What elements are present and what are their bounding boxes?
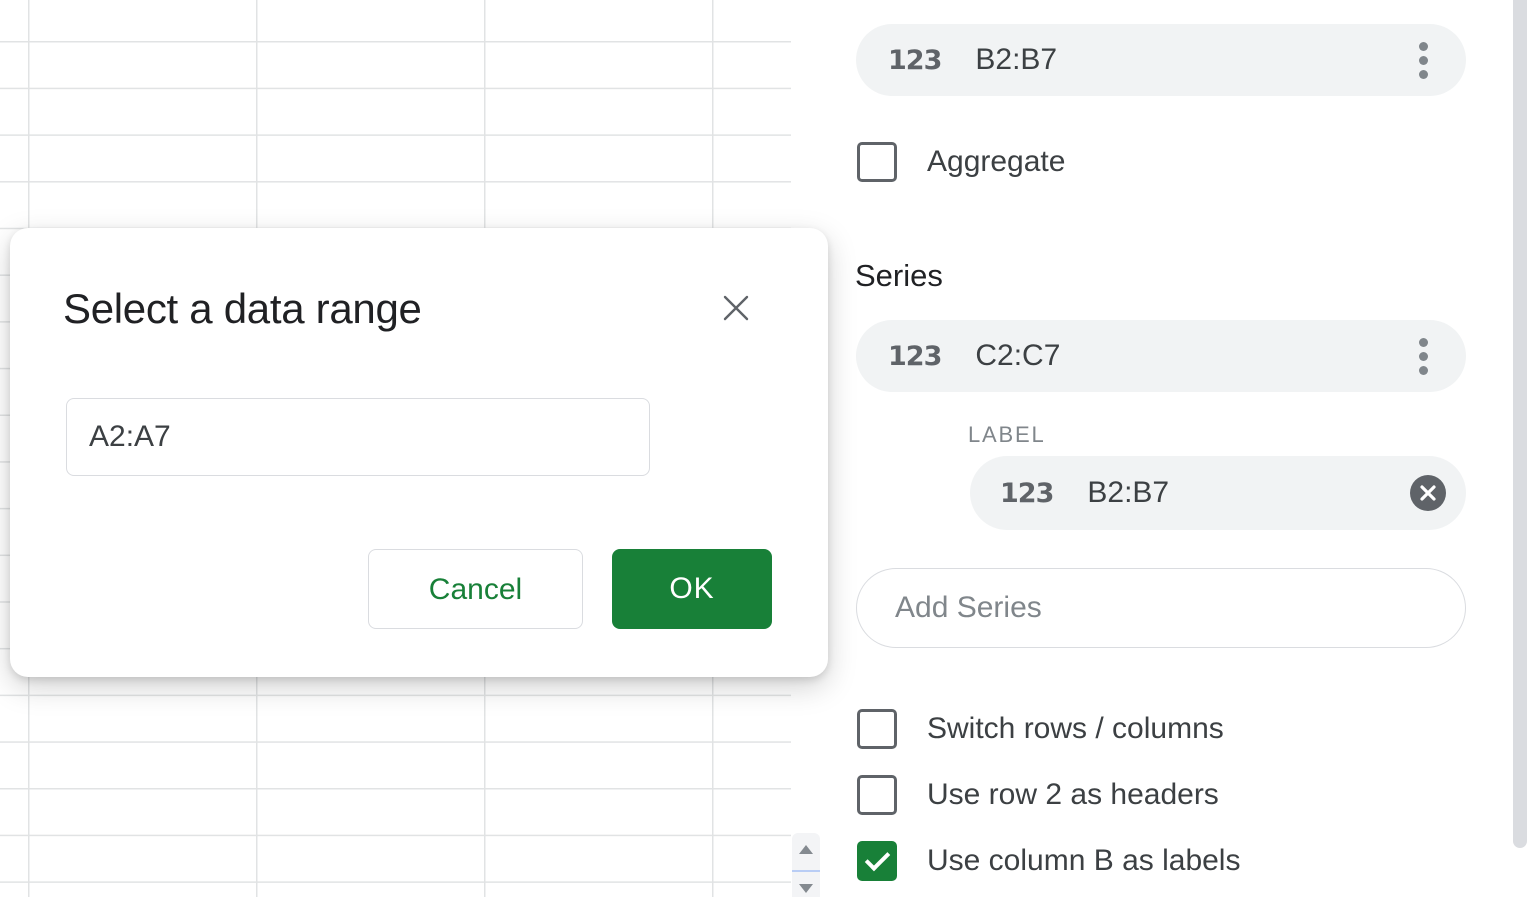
numeric-format-icon: 123 (888, 341, 941, 372)
scrollbar-thumb-edge (792, 870, 820, 872)
series-label-range-value: B2:B7 (1087, 476, 1410, 510)
aggregate-label: Aggregate (927, 142, 1065, 182)
google-sheets-chart-editor-screen: 123 B2:B7 Aggregate Series 123 C2:C7 LAB… (0, 0, 1539, 897)
cancel-button[interactable]: Cancel (368, 549, 583, 629)
numeric-format-icon: 123 (888, 45, 941, 76)
add-series-field[interactable]: Add Series (856, 568, 1466, 648)
use-row-2-headers-checkbox[interactable] (857, 775, 897, 815)
scroll-up-icon[interactable] (799, 845, 813, 854)
series-range-chip[interactable]: 123 C2:C7 (856, 320, 1466, 392)
chart-editor-panel: 123 B2:B7 Aggregate Series 123 C2:C7 LAB… (820, 0, 1539, 897)
select-data-range-dialog: Select a data range Cancel OK (10, 228, 828, 677)
switch-rows-columns-checkbox[interactable] (857, 709, 897, 749)
ok-button[interactable]: OK (612, 549, 772, 629)
scroll-down-icon[interactable] (799, 884, 813, 893)
sheet-vertical-scrollbar[interactable] (792, 833, 820, 897)
add-series-placeholder: Add Series (895, 591, 1042, 625)
panel-scrollbar-thumb[interactable] (1513, 0, 1527, 848)
aggregate-checkbox[interactable] (857, 142, 897, 182)
switch-rows-columns-label: Switch rows / columns (927, 709, 1224, 749)
x-in-circle-icon (1418, 483, 1438, 503)
kebab-menu-icon[interactable] (1409, 36, 1438, 85)
dialog-title: Select a data range (63, 285, 422, 333)
x-axis-range-value: B2:B7 (975, 43, 1409, 77)
numeric-format-icon: 123 (1000, 478, 1053, 509)
kebab-menu-icon[interactable] (1409, 332, 1438, 381)
data-range-input[interactable] (66, 398, 650, 476)
series-label-range-chip[interactable]: 123 B2:B7 (970, 456, 1466, 530)
use-column-b-labels-checkbox[interactable] (857, 841, 897, 881)
x-axis-range-chip[interactable]: 123 B2:B7 (856, 24, 1466, 96)
remove-label-button[interactable] (1410, 475, 1446, 511)
use-column-b-labels-label: Use column B as labels (927, 841, 1240, 881)
use-row-2-headers-label: Use row 2 as headers (927, 775, 1219, 815)
series-range-value: C2:C7 (975, 339, 1409, 373)
label-field-heading: LABEL (968, 422, 1046, 448)
series-section-heading: Series (855, 258, 943, 294)
close-icon[interactable] (716, 288, 756, 328)
